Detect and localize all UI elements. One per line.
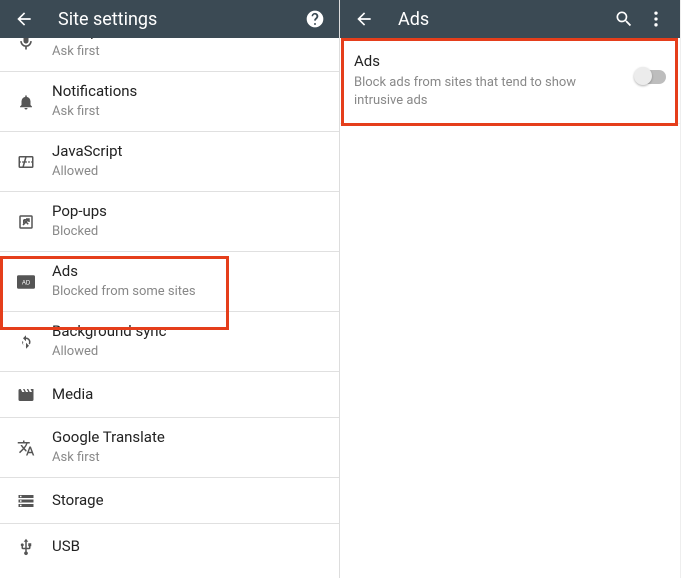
ads-title: Ads xyxy=(354,52,626,70)
setting-label: Media xyxy=(52,385,327,405)
ads-header-title: Ads xyxy=(398,9,608,30)
setting-sub: Ask first xyxy=(52,450,327,467)
setting-label: Pop-ups xyxy=(52,202,327,222)
js-icon xyxy=(0,153,52,171)
setting-texts: Notifications Ask first xyxy=(52,82,339,120)
setting-row-storage[interactable]: Storage xyxy=(0,478,339,524)
setting-texts: Background sync Allowed xyxy=(52,322,339,360)
ads-toggle-switch[interactable] xyxy=(636,70,666,84)
setting-sub: Allowed xyxy=(52,344,327,361)
help-icon[interactable] xyxy=(303,7,327,31)
ads-texts: Ads Block ads from sites that tend to sh… xyxy=(354,52,636,109)
setting-row-microphone[interactable]: Microphone Ask first xyxy=(0,38,339,72)
setting-row-usb[interactable]: USB xyxy=(0,524,339,570)
setting-row-ads[interactable]: AD Ads Blocked from some sites xyxy=(0,252,339,312)
setting-label: Storage xyxy=(52,491,327,511)
setting-label: Ads xyxy=(52,262,327,282)
setting-texts: USB xyxy=(52,537,339,557)
svg-text:AD: AD xyxy=(22,280,31,286)
setting-label: Notifications xyxy=(52,82,327,102)
ads-toggle-row[interactable]: Ads Block ads from sites that tend to sh… xyxy=(340,38,680,124)
setting-texts: Storage xyxy=(52,491,339,511)
setting-label: Microphone xyxy=(52,38,327,42)
site-settings-title: Site settings xyxy=(58,9,299,30)
ads-settings-pane: Ads Ads Block ads from sites that tend t… xyxy=(340,0,680,578)
setting-label: Google Translate xyxy=(52,428,327,448)
popup-icon xyxy=(0,213,52,231)
ads-description: Block ads from sites that tend to show i… xyxy=(354,74,626,109)
setting-sub: Blocked from some sites xyxy=(52,284,327,301)
translate-icon xyxy=(0,439,52,457)
setting-sub: Blocked xyxy=(52,224,327,241)
setting-label: USB xyxy=(52,537,327,557)
setting-row-google-translate[interactable]: Google Translate Ask first xyxy=(0,418,339,478)
setting-texts: Microphone Ask first xyxy=(52,38,339,61)
back-arrow-icon[interactable] xyxy=(352,7,376,31)
setting-texts: Pop-ups Blocked xyxy=(52,202,339,240)
setting-row-notifications[interactable]: Notifications Ask first xyxy=(0,72,339,132)
setting-row-popups[interactable]: Pop-ups Blocked xyxy=(0,192,339,252)
setting-texts: Ads Blocked from some sites xyxy=(52,262,339,300)
storage-icon xyxy=(0,492,52,510)
bell-icon xyxy=(0,93,52,111)
setting-row-javascript[interactable]: JavaScript Allowed xyxy=(0,132,339,192)
more-vert-icon[interactable] xyxy=(644,7,668,31)
ads-header: Ads xyxy=(340,0,680,38)
site-settings-header: Site settings xyxy=(0,0,339,38)
setting-texts: JavaScript Allowed xyxy=(52,142,339,180)
sync-icon xyxy=(0,333,52,351)
mic-icon xyxy=(0,38,52,52)
search-icon[interactable] xyxy=(612,7,636,31)
site-settings-list: Microphone Ask first Notifications Ask f… xyxy=(0,38,339,578)
media-icon xyxy=(0,386,52,404)
usb-icon xyxy=(0,538,52,556)
setting-row-background-sync[interactable]: Background sync Allowed xyxy=(0,312,339,372)
ads-icon: AD xyxy=(0,275,52,289)
setting-texts: Media xyxy=(52,385,339,405)
site-settings-pane: Site settings Microphone Ask first Notif… xyxy=(0,0,340,578)
setting-sub: Ask first xyxy=(52,44,327,61)
setting-label: JavaScript xyxy=(52,142,327,162)
setting-texts: Google Translate Ask first xyxy=(52,428,339,466)
setting-sub: Allowed xyxy=(52,164,327,181)
setting-sub: Ask first xyxy=(52,104,327,121)
back-arrow-icon[interactable] xyxy=(12,7,36,31)
setting-label: Background sync xyxy=(52,322,327,342)
setting-row-media[interactable]: Media xyxy=(0,372,339,418)
